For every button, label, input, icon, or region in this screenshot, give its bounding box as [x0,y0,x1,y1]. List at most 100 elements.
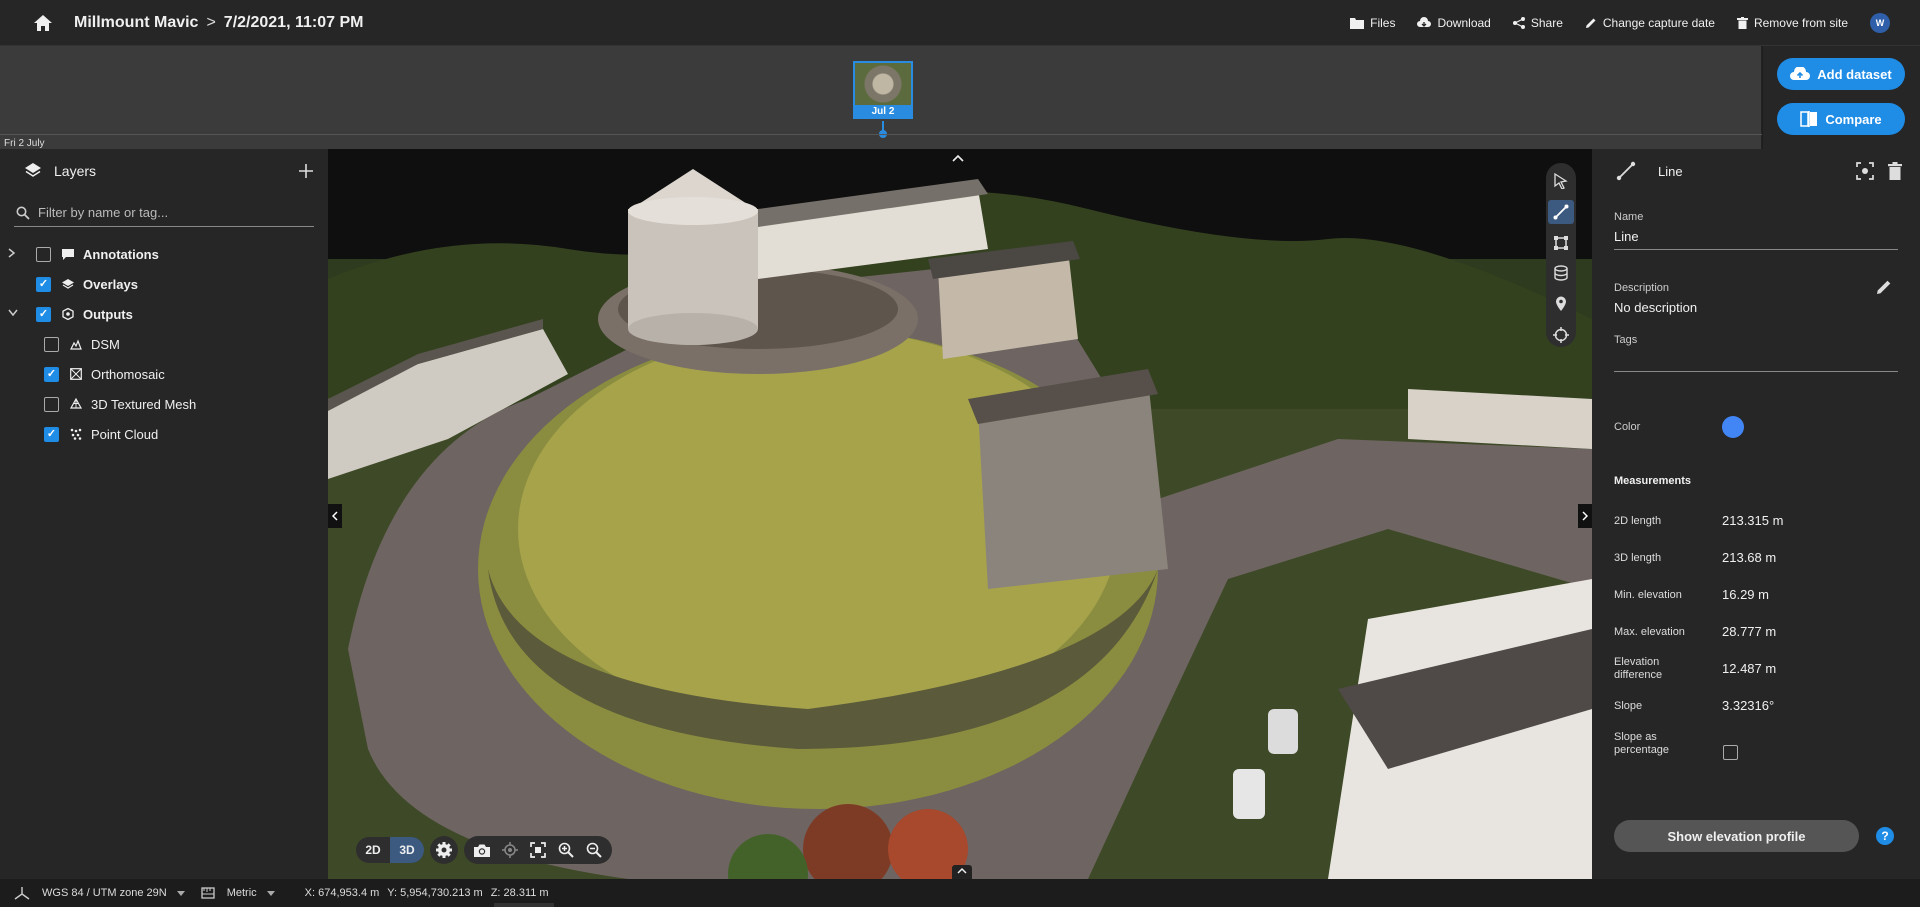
measurement-label-elevation-difference: Elevation difference [1614,656,1663,681]
locate-button[interactable] [498,838,522,862]
layer-filter-input[interactable] [38,205,298,220]
show-elevation-profile-button[interactable]: Show elevation profile [1614,820,1859,852]
area-measure-icon [1554,235,1568,250]
layers-panel: Layers Annotations Overlays [0,149,328,879]
layer-row-3d-textured-mesh[interactable]: 3D Textured Mesh [44,392,196,416]
layer-row-orthomosaic[interactable]: Orthomosaic [44,362,165,386]
layer-row-dsm[interactable]: DSM [44,332,120,356]
name-input[interactable]: Line [1614,229,1639,244]
layer-checkbox-outputs[interactable] [36,306,51,322]
delete-measurement-button[interactable] [1888,162,1902,183]
my-location-icon [502,842,518,858]
settings-button[interactable] [430,836,458,864]
layer-checkbox-orthomosaic[interactable] [44,366,59,382]
capture-thumbnail[interactable]: Jul 2 [853,61,913,119]
select-pointer-icon [1554,173,1568,190]
measurement-label-slope: Slope [1614,700,1643,712]
dropdown-arrow-icon [176,890,185,896]
select-tool-button[interactable] [1548,169,1574,194]
layer-row-annotations[interactable]: Annotations [8,242,159,266]
pencil-icon [1877,280,1891,294]
measurement-value-elevation-difference: 12.487 m [1722,661,1777,676]
compare-button[interactable]: Compare [1777,103,1905,135]
dsm-icon [69,338,83,350]
plus-icon [299,164,313,178]
horizontal-scrollbar[interactable] [494,903,554,907]
layer-checkbox-annotations[interactable] [36,246,51,262]
change-capture-date-button[interactable]: Change capture date [1585,16,1715,30]
layer-checkbox-3d-textured-mesh[interactable] [44,396,59,412]
camera-icon [474,844,490,857]
color-swatch[interactable] [1722,416,1744,438]
dataset-actions: Add dataset Compare [1763,46,1920,149]
expand-bottom-button[interactable] [952,865,972,879]
mesh-icon [69,398,83,410]
units-selector[interactable]: Metric [201,887,275,899]
fit-view-button[interactable] [526,838,550,862]
chevron-right-icon [1582,511,1588,521]
view-mode-toggle: 2D 3D [356,837,424,863]
camera-controls [464,836,612,864]
layers-title: Layers [54,163,97,179]
breadcrumb-site[interactable]: Millmount Mavic [74,14,198,32]
layer-row-outputs[interactable]: Outputs [8,302,133,326]
measurements-title: Measurements [1614,475,1692,487]
crs-selector[interactable]: WGS 84 / UTM zone 29N [14,886,185,900]
volume-measure-icon [1554,265,1568,282]
coordinate-z: Z: 28.311 m [490,887,549,899]
measurement-value-min-elevation: 16.29 m [1722,587,1769,602]
slope-percentage-checkbox[interactable] [1723,745,1738,760]
home-button[interactable] [22,2,64,44]
layer-checkbox-point-cloud[interactable] [44,426,59,442]
layer-filter [14,199,314,227]
comment-icon [61,248,75,260]
crosshair-tool-button[interactable] [1548,322,1574,347]
layer-row-overlays[interactable]: Overlays [8,272,138,296]
collapse-timeline-button[interactable] [952,149,964,165]
mode-3d-button[interactable]: 3D [390,837,424,863]
download-button[interactable]: Download [1417,16,1491,30]
mode-2d-button[interactable]: 2D [356,837,390,863]
name-underline [1614,249,1898,250]
tags-input[interactable] [1614,371,1898,372]
collapse-left-panel-button[interactable] [328,504,342,528]
layer-label-3d-textured-mesh: 3D Textured Mesh [91,396,197,412]
detail-header: Line [1592,149,1920,193]
area-tool-button[interactable] [1548,230,1574,255]
add-dataset-button[interactable]: Add dataset [1777,58,1905,90]
units-label: Metric [226,887,257,899]
timeline-day-label: Fri 2 July [4,138,45,149]
screenshot-button[interactable] [470,838,494,862]
measurement-value-max-elevation: 28.777 m [1722,624,1777,639]
share-icon [1512,17,1525,29]
search-icon [16,206,30,220]
layer-checkbox-overlays[interactable] [36,276,51,292]
help-button[interactable]: ? [1876,827,1894,845]
line-tool-button[interactable] [1548,199,1574,225]
zoom-out-button[interactable] [582,838,606,862]
layer-label-annotations: Annotations [83,246,159,262]
zoom-in-button[interactable] [554,838,578,862]
chevron-down-icon[interactable] [8,308,22,320]
layer-row-point-cloud[interactable]: Point Cloud [44,422,158,446]
layer-checkbox-dsm[interactable] [44,336,59,352]
line-measure-icon [1616,161,1636,181]
coordinate-y: Y: 5,954,730.213 m [387,887,483,899]
measurement-label-2d-length: 2D length [1614,515,1662,527]
share-button[interactable]: Share [1512,16,1563,30]
point-tool-button[interactable] [1548,292,1574,317]
add-layer-button[interactable] [298,159,314,185]
collapse-right-panel-button[interactable] [1578,504,1592,528]
chevron-right-icon[interactable] [8,247,22,261]
3d-viewport[interactable]: 2D 3D [328,149,1592,879]
layer-label-dsm: DSM [91,336,120,352]
volume-tool-button[interactable] [1548,261,1574,286]
remove-from-site-button[interactable]: Remove from site [1736,16,1848,30]
files-button[interactable]: Files [1350,16,1395,30]
focus-measurement-button[interactable] [1856,162,1874,183]
axes-icon [14,887,30,900]
pencil-icon [1585,18,1596,28]
edit-description-button[interactable] [1876,279,1892,298]
outputs-icon [61,308,75,320]
user-avatar[interactable]: W [1870,13,1890,33]
